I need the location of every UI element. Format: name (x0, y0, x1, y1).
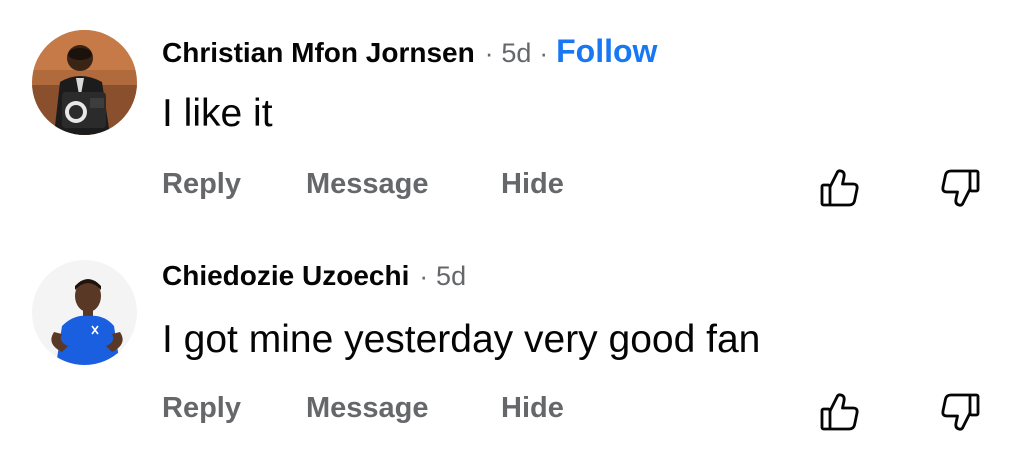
reply-button[interactable]: Reply (162, 168, 306, 201)
timestamp[interactable]: 5d (436, 261, 466, 292)
hide-button[interactable]: Hide (501, 392, 564, 425)
comment-text: I got mine yesterday very good fan (162, 318, 761, 361)
thumbs-up-outline-icon (820, 393, 859, 431)
comment-actions: Reply Message Hide (162, 168, 564, 201)
comment-text: I like it (162, 92, 273, 135)
reply-button[interactable]: Reply (162, 392, 306, 425)
upvote-button[interactable] (818, 166, 862, 210)
downvote-button[interactable] (938, 390, 982, 434)
follow-button[interactable]: Follow (556, 33, 657, 70)
separator-dot: · (484, 38, 494, 68)
separator-dot: · (539, 38, 549, 68)
author-name[interactable]: Chiedozie Uzoechi (162, 260, 409, 292)
avatar[interactable] (32, 30, 137, 135)
separator-dot: · (419, 261, 429, 291)
message-button[interactable]: Message (306, 392, 501, 425)
comment-actions: Reply Message Hide (162, 392, 564, 425)
author-name[interactable]: Christian Mfon Jornsen (162, 37, 475, 69)
hide-button[interactable]: Hide (501, 168, 564, 201)
avatar[interactable] (32, 260, 137, 365)
thumbs-up-outline-icon (820, 169, 859, 207)
downvote-button[interactable] (938, 166, 982, 210)
message-button[interactable]: Message (306, 168, 501, 201)
thumbs-down-outline-icon (941, 393, 980, 431)
timestamp[interactable]: 5d (501, 38, 531, 69)
comment-header: Christian Mfon Jornsen · 5d · Follow (162, 33, 657, 70)
upvote-button[interactable] (818, 390, 862, 434)
comment-header: Chiedozie Uzoechi · 5d (162, 260, 466, 292)
thumbs-down-outline-icon (941, 169, 980, 207)
